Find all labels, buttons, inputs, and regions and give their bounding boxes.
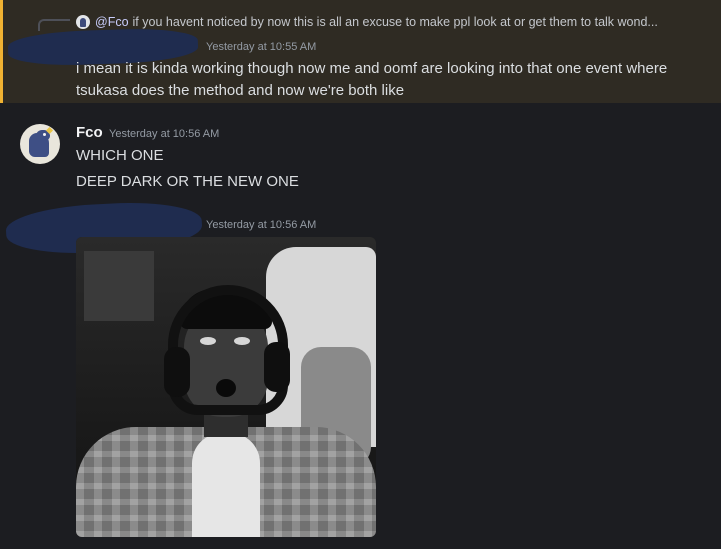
reply-text[interactable]: if you havent noticed by now this is all… — [133, 15, 658, 29]
photo-window — [84, 251, 154, 321]
image-attachment[interactable] — [76, 237, 376, 537]
photo-open-mouth — [216, 379, 236, 397]
photo-eye — [234, 337, 250, 345]
message-timestamp[interactable]: Yesterday at 10:55 AM — [206, 41, 316, 53]
reply-mention[interactable]: @Fco — [95, 15, 129, 29]
reply-avatar-icon[interactable] — [76, 15, 90, 29]
chat-log: @Fco if you havent noticed by now this i… — [0, 0, 721, 549]
photo-headset-earcup — [164, 347, 190, 397]
reply-connector — [38, 19, 70, 31]
photo-headset-earcup — [264, 342, 290, 392]
username[interactable]: Fco — [76, 124, 103, 141]
message-text-line: tsukasa does the method and now we're bo… — [76, 82, 405, 99]
reply-preview[interactable]: @Fco if you havent noticed by now this i… — [76, 13, 658, 31]
avatar[interactable] — [20, 124, 60, 164]
message-text-line: i mean it is kinda working though now me… — [76, 60, 668, 77]
message-timestamp[interactable]: Yesterday at 10:56 AM — [109, 128, 219, 140]
photo-white-tee — [192, 433, 260, 537]
photo-eye — [200, 337, 216, 345]
dinosaur-eye — [43, 133, 46, 136]
message-text-line: WHICH ONE — [76, 147, 164, 164]
message-timestamp[interactable]: Yesterday at 10:56 AM — [206, 219, 316, 231]
message-text-line: DEEP DARK OR THE NEW ONE — [76, 173, 299, 190]
